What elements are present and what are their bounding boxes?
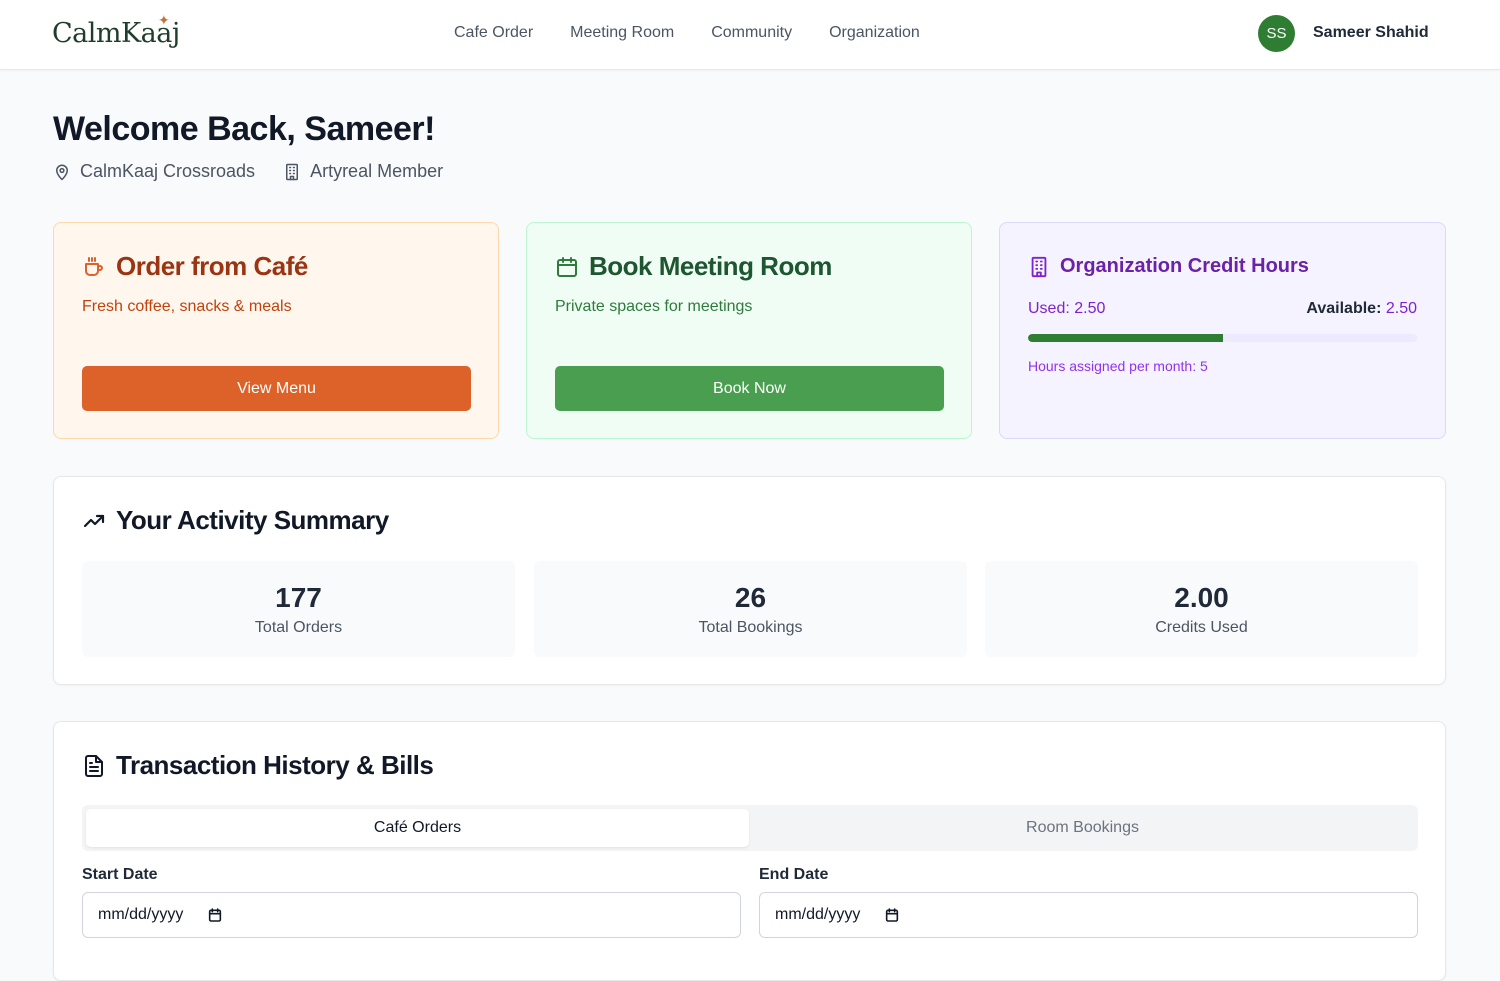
end-date-value: mm/dd/yyyy — [775, 906, 861, 923]
coffee-cup-icon — [85, 256, 103, 276]
credit-used: Used: 2.50 — [1028, 300, 1106, 317]
view-menu-button[interactable]: View Menu — [82, 366, 471, 411]
trending-up-icon — [83, 514, 105, 527]
tab-room-bookings[interactable]: Room Bookings — [751, 809, 1414, 847]
calendar-icon[interactable] — [207, 907, 223, 923]
cafe-card-header: Order from Café — [82, 251, 470, 282]
meeting-room-card: Book Meeting Room Private spaces for mee… — [526, 222, 972, 439]
stat-label: Credits Used — [1155, 619, 1248, 636]
start-date-value: mm/dd/yyyy — [98, 906, 184, 923]
cafe-card-subtitle: Fresh coffee, snacks & meals — [82, 298, 292, 315]
cafe-card-title: Order from Café — [116, 251, 308, 281]
credit-card-title: Organization Credit Hours — [1060, 255, 1309, 277]
building-icon — [1031, 256, 1047, 277]
credit-available-label: Available: — [1306, 300, 1382, 317]
nav-meeting-room[interactable]: Meeting Room — [570, 24, 674, 42]
stat-label: Total Bookings — [698, 619, 803, 636]
activity-header: Your Activity Summary — [82, 505, 389, 536]
tab-cafe-orders[interactable]: Café Orders — [86, 809, 749, 847]
end-date-label: End Date — [759, 866, 829, 883]
room-card-header: Book Meeting Room — [555, 251, 943, 282]
credit-stats: Used: 2.50 Available: 2.50 — [1028, 300, 1417, 318]
stat-value: 26 — [734, 582, 767, 613]
book-now-button[interactable]: Book Now — [555, 366, 944, 411]
building-icon — [286, 163, 299, 180]
membership-text: Artyreal Member — [310, 161, 444, 181]
nav-organization[interactable]: Organization — [829, 24, 920, 42]
cafe-card: Order from Café Fresh coffee, snacks & m… — [53, 222, 499, 439]
start-date-label: Start Date — [82, 866, 158, 883]
document-icon — [85, 754, 103, 777]
page-title: Welcome Back, Sameer! — [53, 110, 435, 148]
transaction-tabs: Café Orders Room Bookings — [82, 805, 1418, 851]
start-date-input[interactable]: mm/dd/yyyy — [82, 892, 741, 938]
activity-summary-panel: Your Activity Summary 177 Total Orders 2… — [53, 476, 1446, 685]
stat-total-bookings: 26 Total Bookings — [534, 561, 967, 657]
stat-total-orders: 177 Total Orders — [82, 561, 515, 657]
transactions-title: Transaction History & Bills — [116, 750, 434, 780]
map-pin-icon — [56, 164, 68, 180]
calendar-icon — [557, 256, 577, 277]
credit-card-header: Organization Credit Hours — [1028, 255, 1417, 278]
room-card-title: Book Meeting Room — [589, 251, 832, 281]
stat-label: Total Orders — [254, 619, 343, 636]
stat-value: 177 — [275, 582, 322, 613]
location-text: CalmKaaj Crossroads — [80, 161, 256, 181]
credit-available-value: 2.50 — [1385, 300, 1417, 317]
nav-cafe-order[interactable]: Cafe Order — [454, 24, 533, 42]
membership-info: Artyreal Member — [283, 161, 443, 182]
location-info: CalmKaaj Crossroads — [53, 161, 255, 182]
member-meta: CalmKaaj Crossroads Artyreal Member — [53, 161, 471, 182]
transactions-header: Transaction History & Bills — [82, 750, 434, 781]
room-card-subtitle: Private spaces for meetings — [555, 298, 753, 315]
top-navbar: CalmKaaj ✦ Cafe Order Meeting Room Commu… — [0, 0, 1500, 70]
main-nav: Cafe Order Meeting Room Community Organi… — [454, 24, 920, 42]
end-date-input[interactable]: mm/dd/yyyy — [759, 892, 1418, 938]
user-name[interactable]: Sameer Shahid — [1313, 24, 1429, 42]
nav-community[interactable]: Community — [711, 24, 792, 42]
calendar-icon[interactable] — [884, 907, 900, 923]
activity-title: Your Activity Summary — [116, 505, 389, 535]
transactions-panel: Transaction History & Bills Café Orders … — [53, 721, 1446, 981]
credit-hours-card: Organization Credit Hours Used: 2.50 Ava… — [999, 222, 1446, 439]
avatar[interactable]: SS — [1258, 15, 1295, 52]
logo-star-icon: ✦ — [158, 12, 170, 28]
credit-note: Hours assigned per month: 5 — [1028, 358, 1208, 374]
credit-progress-bar — [1028, 334, 1417, 342]
stat-credits-used: 2.00 Credits Used — [985, 561, 1418, 657]
stat-value: 2.00 — [1174, 582, 1229, 613]
credit-progress-fill — [1028, 334, 1223, 342]
credit-available: Available: 2.50 — [1306, 300, 1417, 318]
